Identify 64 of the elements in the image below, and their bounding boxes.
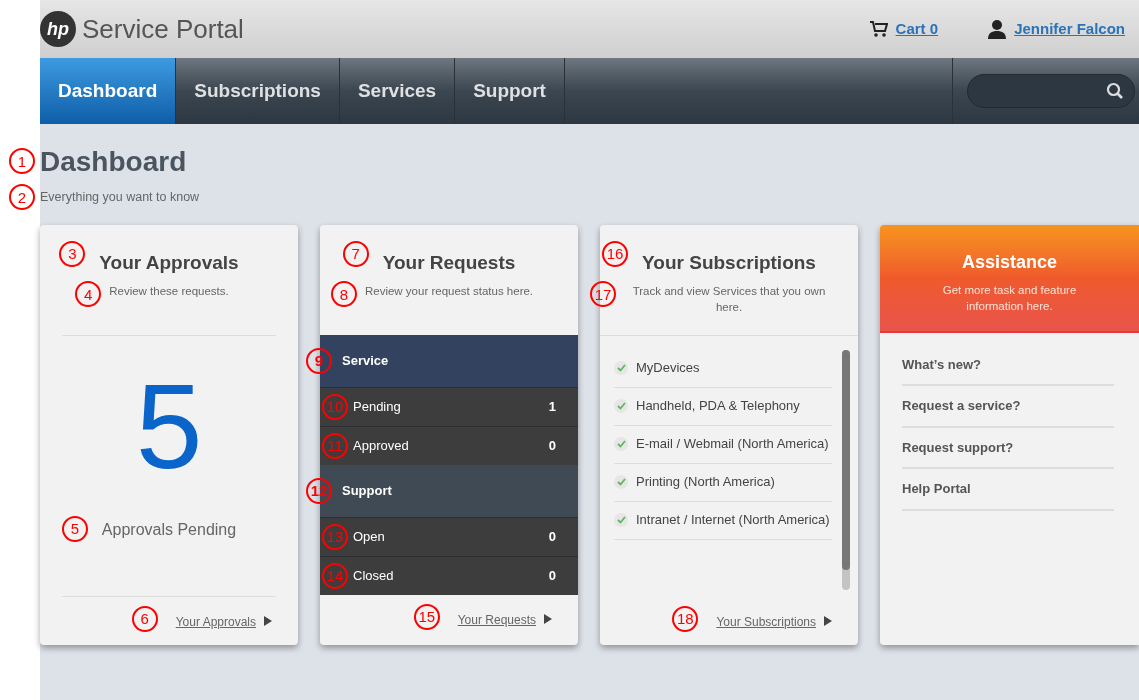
logo: hp bbox=[40, 11, 76, 47]
search-field[interactable] bbox=[967, 74, 1135, 108]
status-count: 0 bbox=[548, 528, 556, 546]
subscription-item[interactable]: Intranet / Internet (North America) bbox=[636, 512, 830, 529]
assistance-link[interactable]: Request a service? bbox=[902, 386, 1114, 428]
status-label: Closed bbox=[353, 567, 394, 585]
annotation-marker: 16 bbox=[602, 240, 629, 267]
cart-link[interactable]: Cart 0 bbox=[895, 17, 939, 41]
card-description: Review these requests. bbox=[109, 284, 229, 300]
play-arrow-icon bbox=[824, 615, 832, 626]
status-count: 1 bbox=[548, 398, 556, 416]
status-label: Open bbox=[353, 528, 385, 546]
card-description: Track and view Services that you own here. bbox=[631, 284, 827, 316]
portal-title: Service Portal bbox=[82, 12, 244, 46]
annotation-marker: 4 bbox=[75, 281, 102, 308]
card-title: Your Requests bbox=[382, 250, 516, 275]
search-icon bbox=[1106, 82, 1124, 100]
footer-link[interactable]: Your Requests bbox=[457, 612, 536, 627]
status-label: Pending bbox=[353, 398, 401, 416]
scrollbar[interactable] bbox=[842, 349, 850, 590]
subscription-item[interactable]: MyDevices bbox=[636, 360, 700, 377]
assistance-title: Assistance bbox=[961, 250, 1058, 274]
count-label: Approvals Pending bbox=[101, 520, 237, 538]
page-title: Dashboard bbox=[40, 146, 188, 178]
approvals-count: 5 bbox=[135, 365, 203, 486]
annotation-marker: 5 bbox=[61, 515, 88, 542]
assistance-link[interactable]: What’s new? bbox=[902, 344, 1114, 387]
play-arrow-icon bbox=[544, 613, 552, 624]
annotation-marker: 13 bbox=[322, 523, 348, 550]
annotation-marker: 17 bbox=[590, 281, 616, 308]
play-arrow-icon bbox=[264, 615, 272, 626]
annotation-marker: 6 bbox=[131, 605, 158, 632]
assistance-description: Get more task and feature information here. bbox=[941, 282, 1078, 314]
card-title: Your Subscriptions bbox=[642, 250, 816, 275]
cart-icon bbox=[869, 20, 888, 38]
nav-tab[interactable]: Support bbox=[455, 58, 565, 124]
annotation-marker: 1 bbox=[9, 148, 35, 174]
subscription-item[interactable]: E-mail / Webmail (North America) bbox=[636, 436, 829, 453]
page-subtitle: Everything you want to know bbox=[40, 189, 201, 206]
annotation-marker: 10 bbox=[322, 393, 348, 420]
user-icon bbox=[988, 19, 1007, 39]
card-description: Review your request status here. bbox=[364, 284, 534, 300]
annotation-marker: 7 bbox=[342, 240, 369, 267]
annotation-marker: 15 bbox=[413, 603, 440, 630]
card-title: Your Approvals bbox=[99, 250, 239, 275]
footer-link[interactable]: Your Subscriptions bbox=[716, 614, 816, 629]
status-label: Approved bbox=[353, 437, 409, 455]
nav-tab[interactable]: Subscriptions bbox=[176, 58, 340, 124]
footer-link[interactable]: Your Approvals bbox=[175, 614, 256, 629]
status-count: 0 bbox=[548, 567, 556, 585]
user-link[interactable]: Jennifer Falcon bbox=[1014, 17, 1125, 41]
nav-tab[interactable]: Dashboard bbox=[40, 58, 177, 124]
nav-tab[interactable]: Services bbox=[339, 58, 456, 124]
subscription-item[interactable]: Handheld, PDA & Telephony bbox=[636, 398, 800, 415]
assistance-link[interactable]: Request support? bbox=[902, 427, 1114, 470]
annotation-marker: 2 bbox=[9, 184, 35, 210]
annotation-marker: 14 bbox=[322, 562, 348, 589]
annotation-marker: 3 bbox=[59, 240, 86, 267]
annotation-marker: 11 bbox=[322, 432, 348, 459]
assistance-link[interactable]: Help Portal bbox=[902, 469, 1114, 511]
annotation-marker: 8 bbox=[330, 281, 357, 308]
status-count: 0 bbox=[548, 437, 556, 455]
annotation-marker: 18 bbox=[672, 605, 699, 632]
subscription-item[interactable]: Printing (North America) bbox=[636, 474, 775, 491]
